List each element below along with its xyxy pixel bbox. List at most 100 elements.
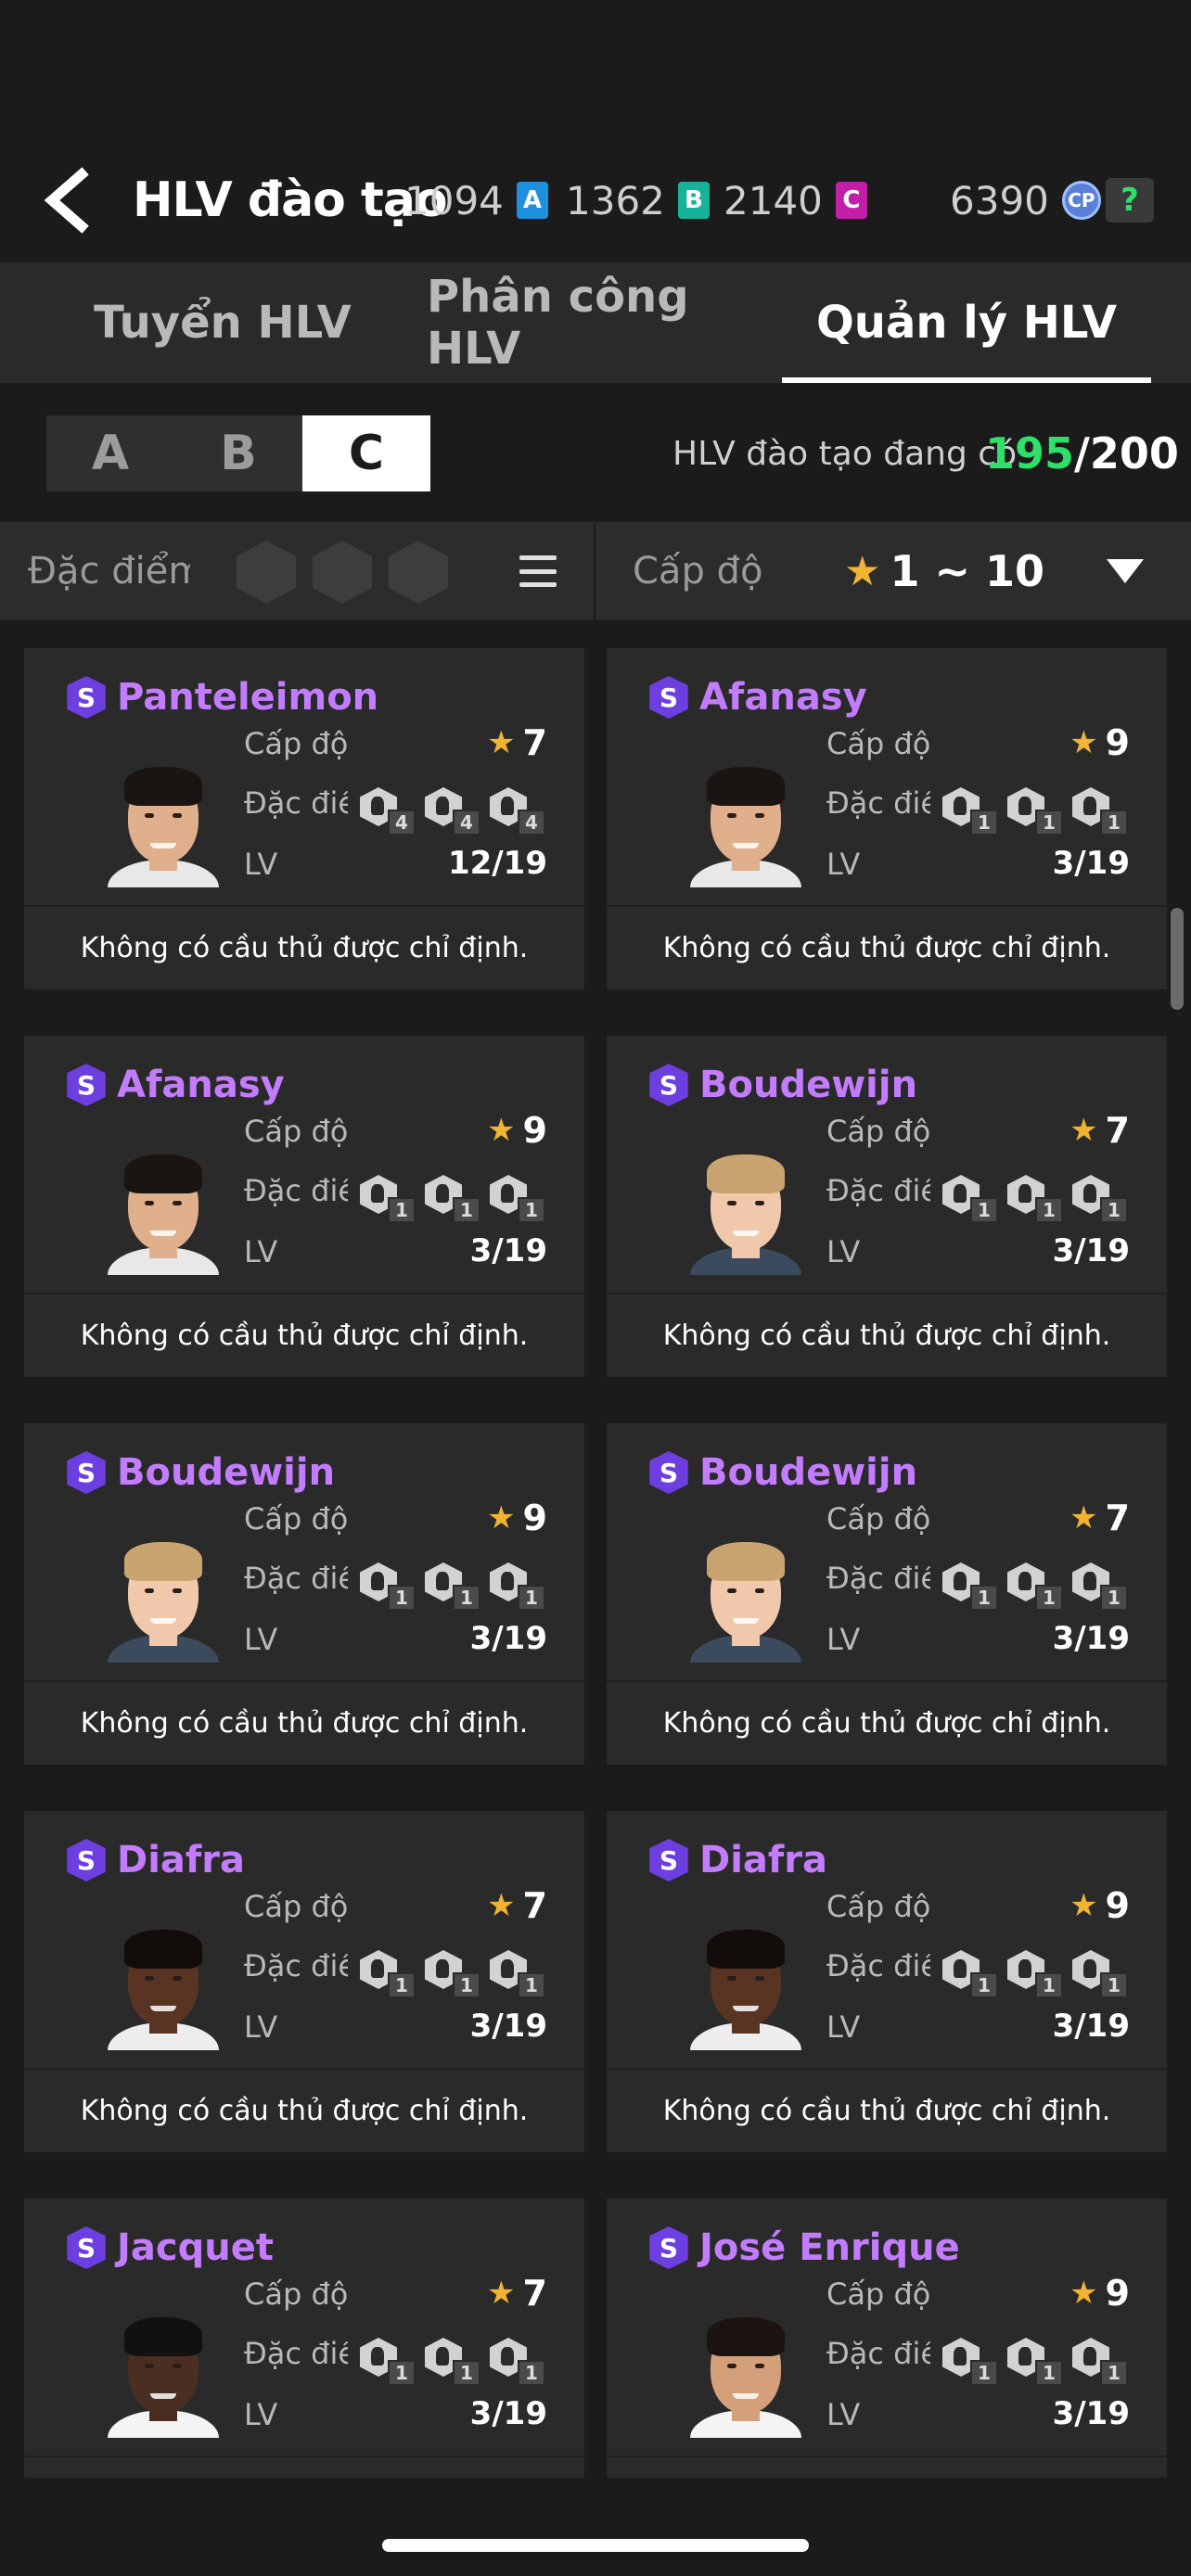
coach-count-current: 195: [985, 428, 1075, 478]
home-indicator[interactable]: [382, 2539, 809, 2552]
grade-tab-a[interactable]: A: [46, 415, 174, 491]
lv-label: LV: [244, 1622, 278, 1657]
trait-label: Đặc điểm: [244, 785, 348, 821]
coach-name: S Panteleimon: [65, 676, 378, 719]
coach-card[interactable]: S Diafra Cấp độ ★ 9 Đặc điểm: [607, 1811, 1167, 2152]
trait-hexagon-icon: 1: [1005, 2338, 1063, 2386]
trait-hexagon-icon: 4: [358, 787, 416, 835]
trait-label: Đặc điểm: [826, 1561, 930, 1596]
level-label: Cấp độ: [244, 1889, 349, 1924]
currency-cp-value: 6390: [950, 177, 1049, 223]
coach-card[interactable]: S Jacquet Cấp độ ★ 7 Đặc điểm: [24, 2199, 584, 2478]
trait-level: 1: [1035, 2360, 1063, 2386]
trait-level: 1: [1100, 1585, 1128, 1611]
coach-name-text: Jacquet: [117, 2226, 274, 2269]
scrollbar[interactable]: [1171, 620, 1184, 2478]
s-grade-badge-icon: S: [649, 1064, 688, 1106]
trait-slot-hexagon-icon[interactable]: [389, 541, 448, 604]
back-button[interactable]: [37, 163, 102, 237]
coach-card[interactable]: S Afanasy Cấp độ ★ 9 Đặc điểm: [607, 648, 1167, 989]
coach-level: ★ 9: [1069, 722, 1130, 763]
lv-label: LV: [244, 847, 278, 882]
coach-name-text: Boudewijn: [699, 1451, 918, 1494]
dropdown-triangle-icon[interactable]: [1107, 559, 1144, 583]
tab-manage[interactable]: Quản lý HLV: [782, 262, 1151, 383]
coach-avatar: [108, 1535, 219, 1663]
coach-name-text: Panteleimon: [117, 676, 379, 719]
coach-traits: 4 4 4: [358, 787, 545, 835]
trait-hexagon-icon: 4: [488, 787, 545, 835]
trait-hexagon-icon: 1: [1005, 1175, 1063, 1223]
star-icon: ★: [1069, 724, 1098, 761]
coach-level-value: 7: [522, 1885, 547, 1926]
coach-level-value: 7: [522, 722, 547, 763]
trait-label: Đặc điểm: [244, 1948, 348, 1983]
trait-label: Đặc điểm: [826, 1948, 930, 1983]
trait-level: 1: [970, 2360, 998, 2386]
lv-label: LV: [826, 1622, 861, 1657]
star-icon: ★: [487, 1887, 516, 1924]
menu-icon[interactable]: [519, 555, 557, 587]
lv-label: LV: [244, 2009, 278, 2045]
grade-tab-b[interactable]: B: [174, 415, 302, 491]
star-icon: ★: [487, 2275, 516, 2312]
ticket-c-icon: C: [835, 182, 867, 219]
coach-card[interactable]: S Diafra Cấp độ ★ 7 Đặc điểm: [24, 1811, 584, 2152]
trait-level: 1: [388, 1972, 416, 1998]
trait-filter-label[interactable]: Đặc điểm đ: [28, 522, 190, 620]
coach-lv: 3/19: [469, 1232, 547, 1269]
coach-card[interactable]: S José Enrique Cấp độ ★ 9 Đặc điểm: [607, 2199, 1167, 2478]
chevron-left-icon: [44, 167, 89, 234]
coach-card[interactable]: S Boudewijn Cấp độ ★ 7 Đặc điểm: [607, 1036, 1167, 1377]
trait-slot-hexagon-icon[interactable]: [313, 541, 372, 604]
currency-cp: 6390 CP: [950, 167, 1101, 234]
coach-name: S Boudewijn: [647, 1451, 917, 1494]
currency-b: 1362 B: [566, 167, 710, 234]
tab-assign[interactable]: Phân công HLV: [427, 262, 761, 383]
scrollbar-thumb[interactable]: [1171, 908, 1184, 1010]
filter-bar: Đặc điểm đ Cấp độ ★ 1 ~ 10: [0, 522, 1191, 620]
assigned-player-note: [24, 2457, 584, 2478]
coach-traits: 1 1 1: [941, 1175, 1128, 1223]
coach-card[interactable]: S Boudewijn Cấp độ ★ 9 Đặc điểm: [24, 1423, 584, 1765]
level-label: Cấp độ: [244, 2276, 349, 2312]
coach-name-text: Diafra: [117, 1839, 246, 1881]
grade-row: A B C HLV đào tạo đang có 195/200: [0, 383, 1191, 522]
trait-level: 1: [1100, 810, 1128, 835]
coach-name: S Boudewijn: [65, 1451, 335, 1494]
ticket-b-icon: B: [677, 182, 710, 219]
coach-lv: 3/19: [1052, 845, 1130, 882]
lv-label: LV: [244, 2397, 278, 2432]
help-button[interactable]: ?: [1093, 167, 1154, 234]
trait-hexagon-icon: 1: [488, 1562, 545, 1611]
level-filter-range[interactable]: ★ 1 ~ 10: [844, 522, 1044, 620]
trait-hexagon-icon: 1: [488, 1175, 545, 1223]
coach-traits: 1 1 1: [358, 2338, 545, 2386]
coach-card[interactable]: S Afanasy Cấp độ ★ 9 Đặc điểm: [24, 1036, 584, 1377]
s-grade-badge-icon: S: [67, 1451, 106, 1494]
trait-hexagon-icon: 1: [488, 1950, 545, 1998]
coach-card[interactable]: S Panteleimon Cấp độ ★ 7 Đặc điểm: [24, 648, 584, 989]
trait-level: 1: [453, 2360, 480, 2386]
tab-recruit[interactable]: Tuyển HLV: [65, 262, 380, 383]
coach-lv: 3/19: [1052, 1620, 1130, 1657]
coach-level: ★ 9: [1069, 1885, 1130, 1926]
trait-hexagon-icon: 1: [941, 787, 998, 835]
lv-label: LV: [826, 847, 861, 882]
trait-hexagon-icon: 1: [1070, 787, 1128, 835]
assigned-player-note: Không có cầu thủ được chỉ định.: [662, 2095, 1111, 2127]
trait-label: Đặc điểm: [826, 2336, 930, 2371]
trait-slot-hexagon-icon[interactable]: [237, 541, 296, 604]
trait-filter-slots[interactable]: [237, 541, 448, 604]
s-grade-badge-icon: S: [649, 1839, 688, 1881]
trait-label: Đặc điểm: [826, 785, 930, 821]
coach-name: S José Enrique: [647, 2226, 960, 2269]
trait-hexagon-icon: 1: [488, 2338, 545, 2386]
currency-a: 1094 A: [404, 167, 548, 234]
coach-avatar: [690, 1147, 801, 1275]
coach-card[interactable]: S Boudewijn Cấp độ ★ 7 Đặc điểm: [607, 1423, 1167, 1765]
grade-tab-c[interactable]: C: [302, 415, 430, 491]
coach-name-text: Diafra: [699, 1839, 828, 1881]
coach-count-label: HLV đào tạo đang có: [672, 434, 1018, 473]
trait-level: 1: [518, 2360, 545, 2386]
